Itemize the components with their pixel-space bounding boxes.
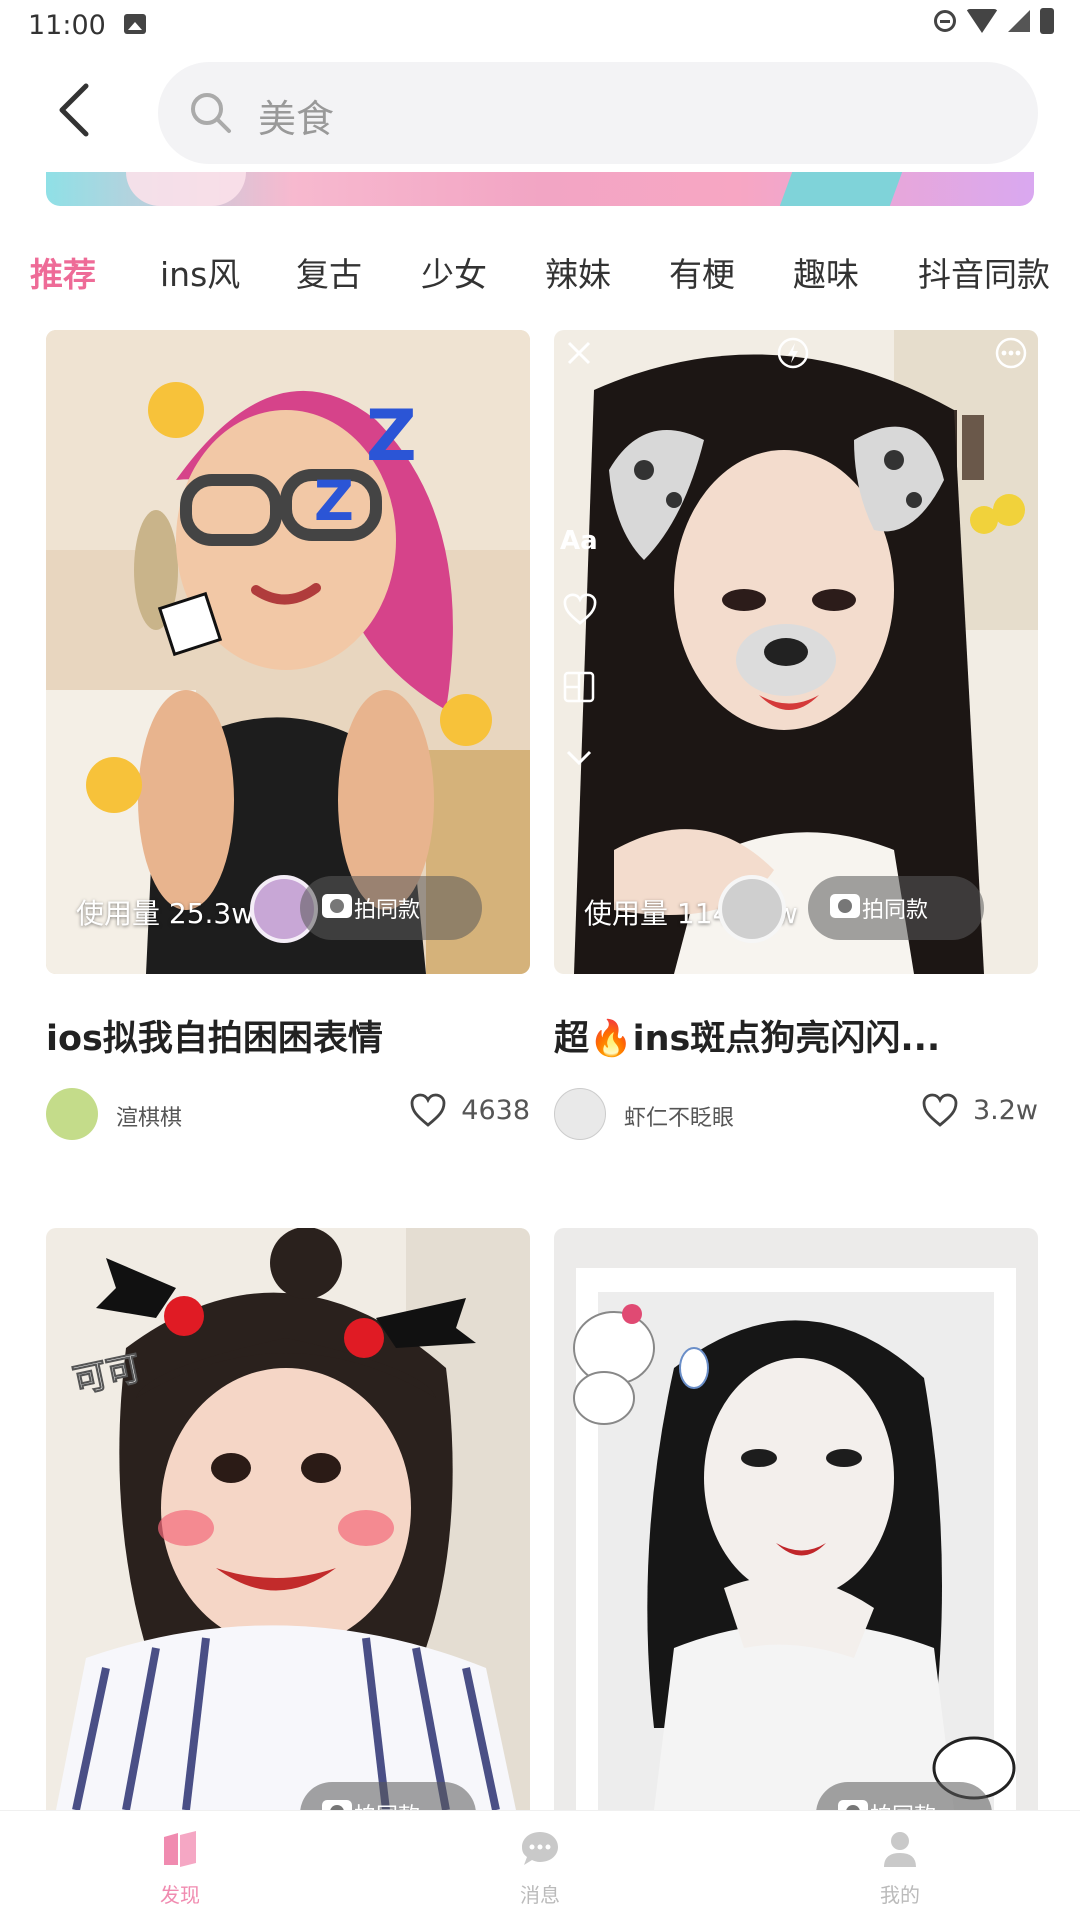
author-avatar[interactable]	[554, 1088, 606, 1140]
tab-girl[interactable]: 少女	[421, 248, 487, 296]
template-thumbnail[interactable]: Z Z 使用量 25.3w 拍同款	[46, 330, 530, 974]
chevron-left-icon	[59, 83, 89, 137]
category-tabs: 推荐 ins风 复古 少女 辣妹 有梗 趣味 抖音同款	[0, 248, 1080, 308]
nav-messages-label: 消息	[520, 1883, 560, 1907]
nav-messages[interactable]: 消息	[480, 1829, 600, 1908]
heart-icon	[922, 1093, 958, 1127]
promo-banner[interactable]	[46, 172, 1034, 206]
battery-icon	[1040, 8, 1054, 34]
tab-hot-girl[interactable]: 辣妹	[545, 248, 611, 296]
back-button[interactable]	[48, 80, 104, 140]
author-row: 渲棋棋 4638	[46, 1088, 530, 1140]
usage-count: 使用量 25.3w	[76, 897, 255, 930]
text-tool-label[interactable]: Aa	[560, 526, 598, 556]
nav-discover[interactable]: 发现	[120, 1829, 240, 1908]
user-icon	[880, 1829, 920, 1869]
heart-icon	[410, 1093, 446, 1127]
like-count: 3.2w	[972, 1094, 1038, 1126]
template-title[interactable]: ios拟我自拍困困表情	[46, 1010, 383, 1061]
search-header: 美食	[0, 50, 1080, 170]
chevron-down-icon[interactable]	[564, 748, 594, 768]
shoot-same-label: 拍同款	[354, 898, 421, 923]
tab-ins[interactable]: ins风	[160, 248, 240, 296]
gallery-notification-icon	[124, 14, 146, 34]
shoot-same-label: 拍同款	[870, 1798, 936, 1810]
nav-profile-label: 我的	[880, 1883, 920, 1907]
close-icon[interactable]	[564, 338, 594, 368]
svg-text:Z: Z	[366, 395, 417, 477]
nav-profile[interactable]: 我的	[840, 1829, 960, 1908]
template-thumbnail[interactable]: 拍同款	[554, 1228, 1038, 1810]
more-options-icon[interactable]	[994, 336, 1028, 370]
shoot-same-label: 拍同款	[354, 1798, 420, 1810]
wifi-icon	[966, 9, 998, 33]
template-title[interactable]: 超🔥ins斑点狗亮闪闪...	[554, 1010, 940, 1061]
template-thumbnail[interactable]: Aa 使用量 1144.7w 拍同款	[554, 330, 1038, 974]
tab-recommend[interactable]: 推荐	[30, 248, 96, 296]
template-thumbnail[interactable]: 可可 拍同款	[46, 1228, 530, 1810]
search-icon	[191, 93, 231, 133]
camera-icon	[322, 894, 352, 918]
tab-meme[interactable]: 有梗	[669, 248, 735, 296]
search-query: 美食	[258, 97, 335, 141]
dalmatian-filter-photo-image	[554, 330, 1038, 974]
shoot-same-button[interactable]: 拍同款	[300, 876, 482, 940]
status-bar: 11:00	[0, 0, 1080, 50]
flash-icon[interactable]	[776, 336, 810, 370]
heart-outline-icon[interactable]	[562, 592, 598, 626]
tab-retro[interactable]: 复古	[296, 248, 362, 296]
bottom-navigation: 发现 消息 我的	[0, 1810, 1080, 1921]
author-avatar[interactable]	[46, 1088, 98, 1140]
like-count: 4638	[461, 1094, 530, 1126]
like-button[interactable]: 4638	[409, 1092, 530, 1128]
discover-icon	[160, 1829, 200, 1869]
layout-grid-icon[interactable]	[562, 670, 596, 704]
like-button[interactable]: 3.2w	[921, 1092, 1038, 1128]
shoot-same-button[interactable]: 拍同款	[808, 876, 984, 940]
polaroid-portrait-photo-image	[554, 1228, 1038, 1810]
tab-fun[interactable]: 趣味	[793, 248, 859, 296]
author-row: 虾仁不眨眼 3.2w	[554, 1088, 1038, 1140]
filter-preview-avatar	[718, 875, 786, 943]
search-input[interactable]: 美食	[158, 62, 1038, 164]
nav-discover-label: 发现	[160, 1883, 200, 1907]
camera-icon	[830, 894, 860, 918]
chat-bubble-icon	[520, 1829, 560, 1869]
status-icons	[934, 8, 1054, 34]
author-name[interactable]: 渲棋棋	[116, 1100, 182, 1132]
shoot-same-label: 拍同款	[862, 898, 929, 923]
camera-icon	[838, 1800, 868, 1810]
author-name[interactable]: 虾仁不眨眼	[624, 1100, 734, 1132]
camera-icon	[322, 1800, 352, 1810]
svg-text:Z: Z	[314, 469, 354, 533]
status-time: 11:00	[28, 10, 106, 41]
cell-signal-icon	[1008, 10, 1030, 32]
do-not-disturb-icon	[934, 10, 956, 32]
tab-douyin[interactable]: 抖音同款	[918, 248, 1050, 296]
cute-bow-photo-image: 可可	[46, 1228, 530, 1810]
shoot-same-button[interactable]: 拍同款	[816, 1782, 992, 1810]
shoot-same-button[interactable]: 拍同款	[300, 1782, 476, 1810]
